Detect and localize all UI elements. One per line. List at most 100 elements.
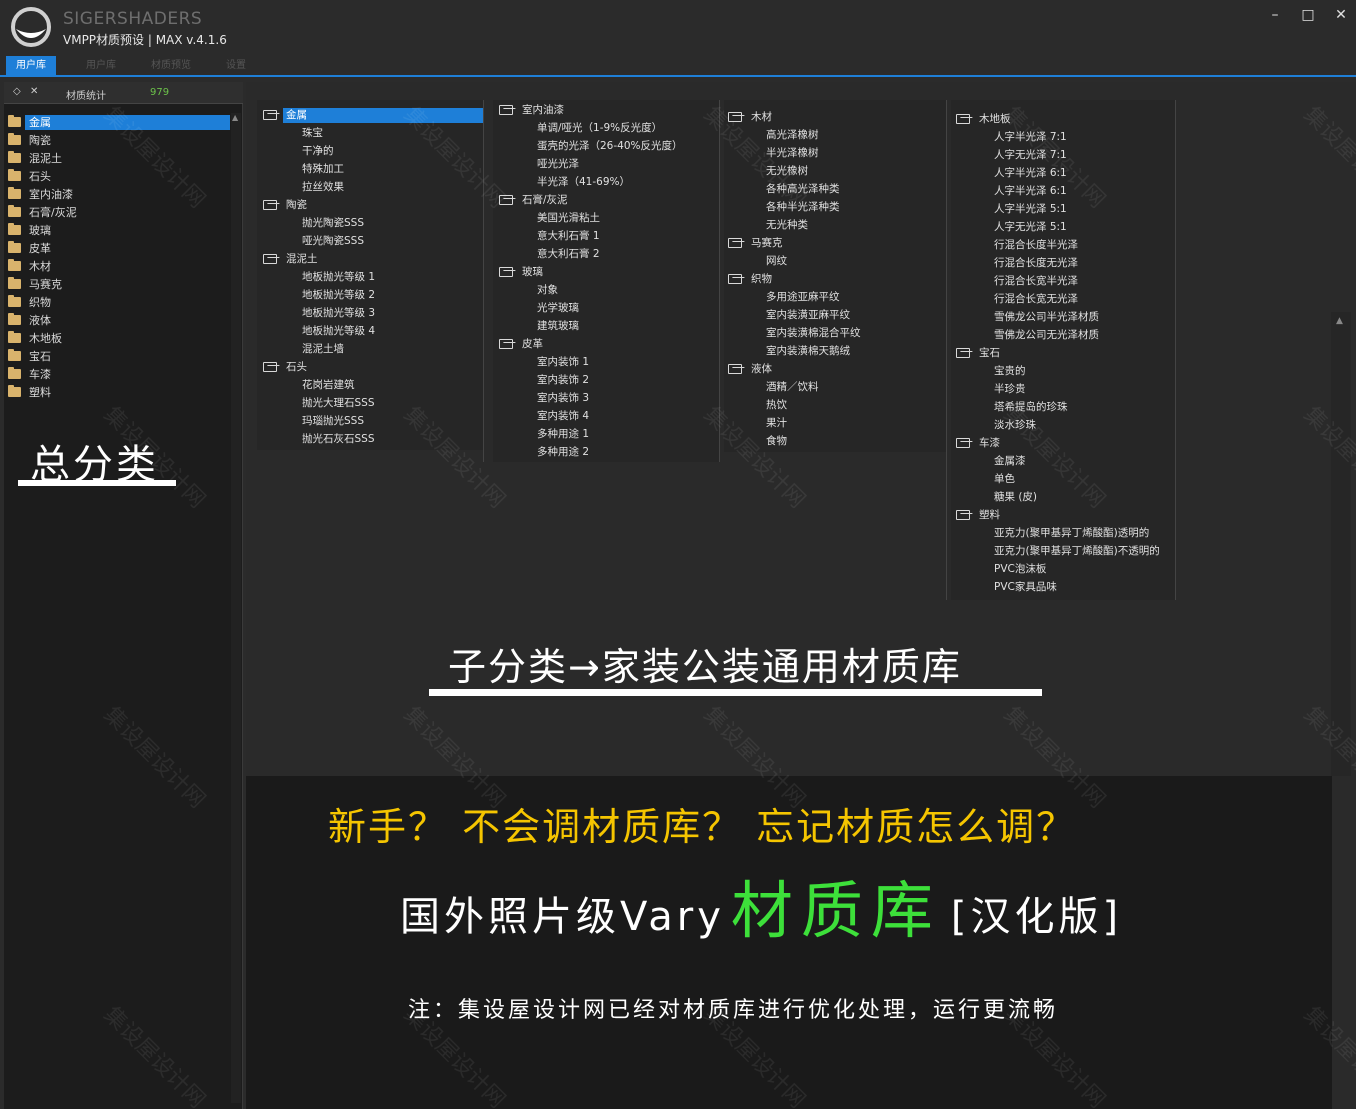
tab-material-preview[interactable]: 材质预览 [141, 56, 201, 75]
tree-item[interactable]: 室内装潢棉天鹅绒 [766, 342, 850, 360]
tree-item[interactable]: 塔希提岛的珍珠 [994, 398, 1068, 416]
tree-group[interactable]: 金属 [263, 106, 483, 124]
tree-group[interactable]: 石头 [263, 358, 310, 376]
tree-item[interactable]: 人字半光泽 6:1 [994, 164, 1067, 182]
tree-item[interactable]: 无光种类 [766, 216, 808, 234]
tree-item[interactable]: 抛光大理石SSS [302, 394, 375, 412]
tree-item[interactable]: 地板抛光等级 2 [302, 286, 375, 304]
category-item[interactable]: 织物 [4, 293, 230, 311]
tree-group[interactable]: 混泥土 [263, 250, 321, 268]
tree-group[interactable]: 陶瓷 [263, 196, 310, 214]
tree-item[interactable]: 拉丝效果 [302, 178, 344, 196]
tree-item[interactable]: 地板抛光等级 1 [302, 268, 375, 286]
tree-item[interactable]: 半珍贵 [994, 380, 1026, 398]
close-button[interactable]: ✕ [1330, 6, 1352, 24]
tree-item[interactable]: 人字半光泽 7:1 [994, 128, 1067, 146]
clear-icon[interactable]: ✕ [30, 86, 38, 97]
tree-item[interactable]: 行混合长宽半光泽 [994, 272, 1078, 290]
tree-item[interactable]: 玛瑙抛光SSS [302, 412, 364, 430]
tree-item[interactable]: 哑光陶瓷SSS [302, 232, 364, 250]
tree-item[interactable]: 人字无光泽 5:1 [994, 218, 1067, 236]
tree-item[interactable]: 多种用途 1 [537, 425, 589, 443]
category-item[interactable]: 液体 [4, 311, 230, 329]
tree-item[interactable]: 各种高光泽种类 [766, 180, 840, 198]
tree-item[interactable]: 各种半光泽种类 [766, 198, 840, 216]
tree-item[interactable]: 行混合长度半光泽 [994, 236, 1078, 254]
category-item[interactable]: 金属 [4, 113, 230, 131]
tree-item[interactable]: 亚克力(聚甲基异丁烯酸酯)不透明的 [994, 542, 1160, 560]
category-item[interactable]: 玻璃 [4, 221, 230, 239]
tree-group[interactable]: 室内油漆 [499, 101, 567, 119]
diamond-icon[interactable]: ◇ [13, 86, 21, 97]
tab-user-library-2[interactable]: 用户库 [76, 56, 126, 75]
category-item[interactable]: 木地板 [4, 329, 230, 347]
tree-item[interactable]: 人字无光泽 7:1 [994, 146, 1067, 164]
category-item[interactable]: 木材 [4, 257, 230, 275]
scroll-up-icon[interactable]: ▲ [1336, 316, 1343, 326]
category-scrollbar[interactable]: ▲ [231, 113, 241, 1103]
category-item[interactable]: 石膏/灰泥 [4, 203, 230, 221]
category-item[interactable]: 皮革 [4, 239, 230, 257]
tab-settings[interactable]: 设置 [216, 56, 256, 75]
tree-group[interactable]: 马赛克 [728, 234, 786, 252]
tree-item[interactable]: 果汁 [766, 414, 787, 432]
tree-item[interactable]: 雪佛龙公司半光泽材质 [994, 308, 1099, 326]
tree-item[interactable]: 对象 [537, 281, 558, 299]
maximize-button[interactable]: □ [1297, 6, 1319, 24]
subcategory-scrollbar[interactable]: ▲ [1331, 312, 1351, 776]
category-item[interactable]: 混泥土 [4, 149, 230, 167]
category-item[interactable]: 车漆 [4, 365, 230, 383]
tree-item[interactable]: 半光泽（41-69%） [537, 173, 630, 191]
category-item[interactable]: 陶瓷 [4, 131, 230, 149]
tree-item[interactable]: PVC泡沫板 [994, 560, 1046, 578]
tree-item[interactable]: 室内装饰 4 [537, 407, 589, 425]
tree-item[interactable]: 地板抛光等级 4 [302, 322, 375, 340]
tree-item[interactable]: 室内装饰 1 [537, 353, 589, 371]
tree-item[interactable]: 亚克力(聚甲基异丁烯酸酯)透明的 [994, 524, 1149, 542]
tree-item[interactable]: 单调/哑光（1-9%反光度） [537, 119, 662, 137]
tree-item[interactable]: 室内装潢棉混合平纹 [766, 324, 861, 342]
tree-group[interactable]: 石膏/灰泥 [499, 191, 571, 209]
tree-item[interactable]: 人字半光泽 5:1 [994, 200, 1067, 218]
tree-item[interactable]: 混泥土墙 [302, 340, 344, 358]
tree-item[interactable]: 金属漆 [994, 452, 1026, 470]
tree-group[interactable]: 皮革 [499, 335, 546, 353]
tree-item[interactable]: 多种用途 2 [537, 443, 589, 461]
tree-group[interactable]: 塑料 [956, 506, 1003, 524]
tree-item[interactable]: 行混合长度无光泽 [994, 254, 1078, 272]
tree-item[interactable]: 光学玻璃 [537, 299, 579, 317]
tree-item[interactable]: 宝贵的 [994, 362, 1026, 380]
tree-item[interactable]: 室内装饰 3 [537, 389, 589, 407]
category-item[interactable]: 马赛克 [4, 275, 230, 293]
tree-item[interactable]: 无光橡树 [766, 162, 808, 180]
tree-item[interactable]: 雪佛龙公司无光泽材质 [994, 326, 1099, 344]
tree-item[interactable]: 单色 [994, 470, 1015, 488]
tree-item[interactable]: 地板抛光等级 3 [302, 304, 375, 322]
tree-item[interactable]: 花岗岩建筑 [302, 376, 355, 394]
tab-user-library[interactable]: 用户库 [6, 56, 56, 75]
tree-item[interactable]: 人字半光泽 6:1 [994, 182, 1067, 200]
tree-item[interactable]: 行混合长宽无光泽 [994, 290, 1078, 308]
tree-item[interactable]: 干净的 [302, 142, 334, 160]
tree-group[interactable]: 液体 [728, 360, 775, 378]
tree-item[interactable]: 糖果 (皮) [994, 488, 1037, 506]
minimize-button[interactable]: – [1264, 6, 1286, 24]
category-item[interactable]: 石头 [4, 167, 230, 185]
tree-item[interactable]: PVC家具品味 [994, 578, 1057, 596]
tree-item[interactable]: 抛光石灰石SSS [302, 430, 375, 448]
tree-item[interactable]: 食物 [766, 432, 787, 450]
tree-item[interactable]: 建筑玻璃 [537, 317, 579, 335]
tree-item[interactable]: 意大利石膏 1 [537, 227, 600, 245]
tree-item[interactable]: 室内装潢亚麻平纹 [766, 306, 850, 324]
tree-item[interactable]: 美国光滑粘土 [537, 209, 600, 227]
tree-item[interactable]: 蛋壳的光泽（26-40%反光度） [537, 137, 683, 155]
category-item[interactable]: 室内油漆 [4, 185, 230, 203]
tree-group[interactable]: 玻璃 [499, 263, 546, 281]
tree-item[interactable]: 高光泽橡树 [766, 126, 819, 144]
tree-item[interactable]: 意大利石膏 2 [537, 245, 600, 263]
category-item[interactable]: 宝石 [4, 347, 230, 365]
tree-group[interactable]: 木地板 [956, 110, 1014, 128]
tree-group[interactable]: 车漆 [956, 434, 1003, 452]
tree-group[interactable]: 织物 [728, 270, 775, 288]
tree-item[interactable]: 酒精／饮料 [766, 378, 819, 396]
